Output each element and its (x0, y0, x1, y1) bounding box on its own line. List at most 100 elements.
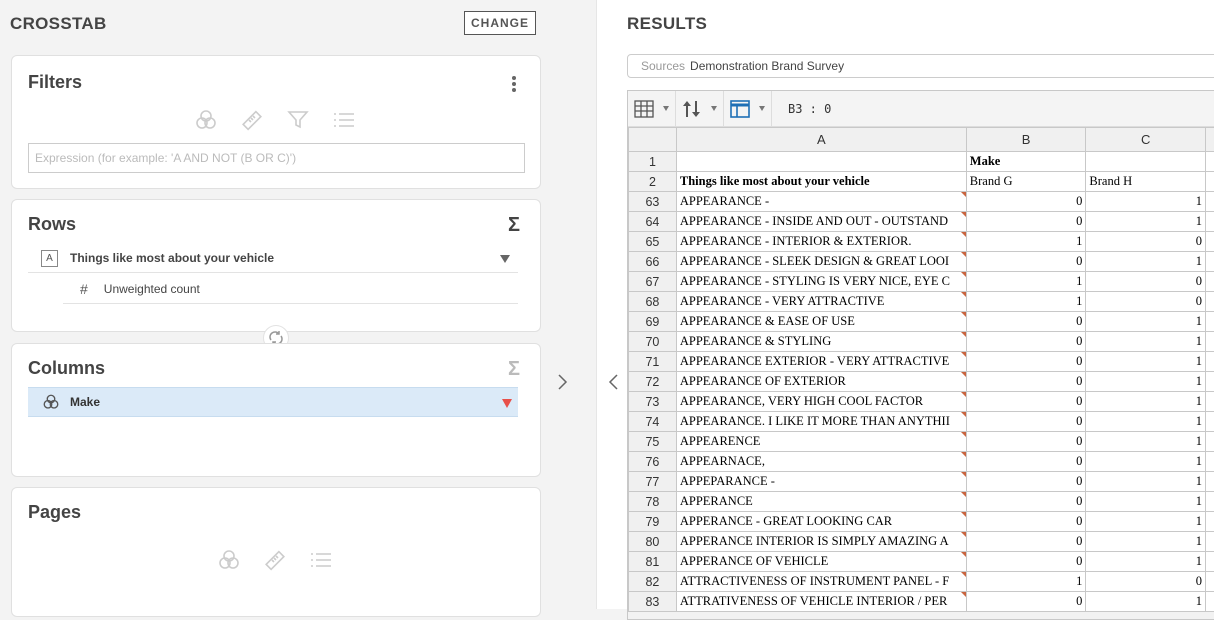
ruler-icon[interactable] (262, 547, 288, 573)
cell-c[interactable]: 0 (1086, 572, 1206, 592)
filter-triangle-icon[interactable] (500, 255, 510, 263)
cell-c[interactable]: 1 (1086, 452, 1206, 472)
column-header-b[interactable]: B (966, 128, 1086, 152)
cell-c[interactable]: 0 (1086, 232, 1206, 252)
cell-d[interactable] (1206, 352, 1214, 372)
cell-a[interactable] (676, 152, 966, 172)
cell-b[interactable]: 0 (966, 552, 1086, 572)
cell-b[interactable]: 0 (966, 392, 1086, 412)
cell-d[interactable] (1206, 532, 1214, 552)
cell-c[interactable]: 1 (1086, 552, 1206, 572)
list-icon[interactable] (331, 107, 357, 133)
row-number[interactable]: 78 (629, 492, 677, 512)
column-header-c[interactable]: C (1086, 128, 1206, 152)
cell-d[interactable] (1206, 492, 1214, 512)
row-number[interactable]: 74 (629, 412, 677, 432)
column-header-d[interactable] (1206, 128, 1214, 152)
cell-b[interactable]: 0 (966, 452, 1086, 472)
row-number[interactable]: 80 (629, 532, 677, 552)
row-number[interactable]: 69 (629, 312, 677, 332)
chevron-right-icon[interactable] (556, 372, 570, 392)
cell-d[interactable] (1206, 152, 1214, 172)
cell-c[interactable]: 1 (1086, 512, 1206, 532)
row-number[interactable]: 82 (629, 572, 677, 592)
row-number[interactable]: 66 (629, 252, 677, 272)
cell-d[interactable] (1206, 212, 1214, 232)
row-number[interactable]: 1 (629, 152, 677, 172)
sources-field[interactable]: Sources Demonstration Brand Survey (627, 54, 1214, 78)
cell-a[interactable]: APPEARANCE OF EXTERIOR (676, 372, 966, 392)
change-button[interactable]: CHANGE (464, 11, 536, 35)
cell-a[interactable]: APPEARANCE - INSIDE AND OUT - OUTSTAND (676, 212, 966, 232)
cell-b[interactable]: 0 (966, 432, 1086, 452)
cell-a[interactable]: APPERANCE (676, 492, 966, 512)
funnel-icon[interactable] (285, 107, 311, 133)
cell-b[interactable]: 0 (966, 512, 1086, 532)
cell-d[interactable] (1206, 432, 1214, 452)
cell-d[interactable] (1206, 172, 1214, 192)
cell-a[interactable]: APPEARANCE & EASE OF USE (676, 312, 966, 332)
cell-d[interactable] (1206, 292, 1214, 312)
row-number[interactable]: 76 (629, 452, 677, 472)
row-number[interactable]: 75 (629, 432, 677, 452)
cell-b[interactable]: 0 (966, 252, 1086, 272)
cell-a[interactable]: APPEARANCE - STYLING IS VERY NICE, EYE C (676, 272, 966, 292)
venn-icon[interactable] (193, 107, 219, 133)
sort-button[interactable] (676, 91, 724, 127)
cell-d[interactable] (1206, 512, 1214, 532)
columns-variable-item[interactable]: Make (28, 387, 518, 417)
cell-c[interactable]: Brand H (1086, 172, 1206, 192)
cell-b[interactable]: 0 (966, 352, 1086, 372)
cell-a[interactable]: APPEARNACE, (676, 452, 966, 472)
column-header-a[interactable]: A (676, 128, 966, 152)
cell-a[interactable]: APPEARANCE - (676, 192, 966, 212)
cell-c[interactable]: 1 (1086, 212, 1206, 232)
cell-b[interactable]: 0 (966, 212, 1086, 232)
row-number[interactable]: 73 (629, 392, 677, 412)
cell-b[interactable]: 0 (966, 332, 1086, 352)
cell-b[interactable]: 1 (966, 232, 1086, 252)
cell-b[interactable]: 1 (966, 572, 1086, 592)
cell-c[interactable]: 1 (1086, 312, 1206, 332)
cell-c[interactable]: 0 (1086, 292, 1206, 312)
cell-c[interactable]: 1 (1086, 532, 1206, 552)
row-number[interactable]: 70 (629, 332, 677, 352)
cell-c[interactable]: 1 (1086, 252, 1206, 272)
cell-b[interactable]: 0 (966, 412, 1086, 432)
cell-a[interactable]: APPERANCE - GREAT LOOKING CAR (676, 512, 966, 532)
cell-a[interactable]: APPEARANCE, VERY HIGH COOL FACTOR (676, 392, 966, 412)
cell-d[interactable] (1206, 192, 1214, 212)
corner-cell[interactable] (629, 128, 677, 152)
cell-d[interactable] (1206, 392, 1214, 412)
cell-d[interactable] (1206, 552, 1214, 572)
cell-a[interactable]: APPEARANCE. I LIKE IT MORE THAN ANYTHII (676, 412, 966, 432)
cell-d[interactable] (1206, 472, 1214, 492)
cell-d[interactable] (1206, 572, 1214, 592)
row-number[interactable]: 77 (629, 472, 677, 492)
cell-c[interactable]: 1 (1086, 472, 1206, 492)
cell-a[interactable]: APPEARANCE & STYLING (676, 332, 966, 352)
cell-b[interactable]: 1 (966, 292, 1086, 312)
cell-b[interactable]: 0 (966, 372, 1086, 392)
cell-c[interactable]: 1 (1086, 392, 1206, 412)
cell-c[interactable]: 0 (1086, 272, 1206, 292)
cell-c[interactable]: 1 (1086, 492, 1206, 512)
table-view-button[interactable] (628, 91, 676, 127)
filter-triangle-active-icon[interactable] (502, 399, 512, 408)
cell-d[interactable] (1206, 252, 1214, 272)
layout-button[interactable] (724, 91, 772, 127)
cell-b[interactable]: 0 (966, 312, 1086, 332)
cell-c[interactable] (1086, 152, 1206, 172)
cell-c[interactable]: 1 (1086, 412, 1206, 432)
cell-b[interactable]: 1 (966, 272, 1086, 292)
cell-d[interactable] (1206, 412, 1214, 432)
cell-a[interactable]: APPEARANCE - VERY ATTRACTIVE (676, 292, 966, 312)
cell-c[interactable]: 1 (1086, 192, 1206, 212)
row-number[interactable]: 67 (629, 272, 677, 292)
cell-a[interactable]: APPEPARANCE - (676, 472, 966, 492)
cell-c[interactable]: 1 (1086, 432, 1206, 452)
row-number[interactable]: 71 (629, 352, 677, 372)
row-number[interactable]: 72 (629, 372, 677, 392)
cell-b[interactable]: Brand G (966, 172, 1086, 192)
unweighted-count-item[interactable]: # Unweighted count (63, 274, 518, 304)
